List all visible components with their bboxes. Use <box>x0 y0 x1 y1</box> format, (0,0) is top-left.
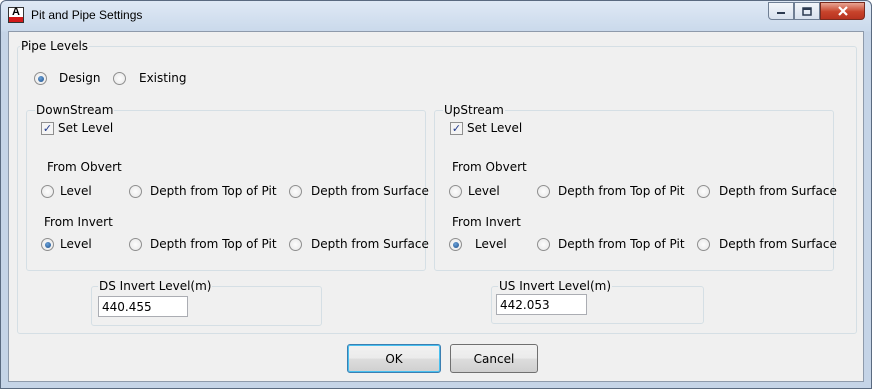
us-obvert-level-radio[interactable] <box>449 185 462 198</box>
us-invert-level-label: Level <box>475 237 507 251</box>
ds-from-invert-label: From Invert <box>44 215 113 229</box>
dialog-client-area: Pipe Levels Design Existing DownStream ✓… <box>8 31 864 382</box>
upstream-title: UpStream <box>443 103 505 117</box>
maximize-icon <box>802 6 812 16</box>
existing-label: Existing <box>139 71 187 85</box>
ds-invert-level-label: Level <box>60 237 92 251</box>
us-invert-depth-top-pit-label: Depth from Top of Pit <box>558 237 685 251</box>
ds-obvert-depth-top-pit-label: Depth from Top of Pit <box>150 184 277 198</box>
us-set-level-label: Set Level <box>467 121 523 135</box>
ok-button[interactable]: OK <box>347 344 441 373</box>
ds-obvert-depth-surface-radio[interactable] <box>289 185 302 198</box>
ds-invert-level-label: DS Invert Level(m) <box>98 279 213 293</box>
ds-set-level-label: Set Level <box>58 121 114 135</box>
ds-invert-depth-top-pit-label: Depth from Top of Pit <box>150 237 277 251</box>
ds-from-obvert-label: From Obvert <box>47 160 122 174</box>
us-invert-level-label: US Invert Level(m) <box>498 279 613 293</box>
ds-invert-depth-surface-label: Depth from Surface <box>311 237 429 251</box>
us-invert-depth-surface-radio[interactable] <box>697 238 710 251</box>
us-from-obvert-label: From Obvert <box>452 160 527 174</box>
close-icon <box>837 6 848 16</box>
ds-obvert-depth-surface-label: Depth from Surface <box>311 184 429 198</box>
design-radio[interactable] <box>34 72 47 85</box>
us-invert-depth-top-pit-radio[interactable] <box>537 238 550 251</box>
us-obvert-depth-surface-label: Depth from Surface <box>719 184 837 198</box>
ds-invert-depth-top-pit-radio[interactable] <box>129 238 142 251</box>
us-invert-level-input[interactable] <box>496 294 587 315</box>
ds-invert-level-radio[interactable] <box>41 238 54 251</box>
us-set-level-checkbox[interactable]: ✓ <box>450 122 463 135</box>
ds-obvert-depth-top-pit-radio[interactable] <box>129 185 142 198</box>
app-icon: A <box>8 6 24 23</box>
cancel-button-label: Cancel <box>473 351 515 366</box>
us-obvert-depth-surface-radio[interactable] <box>697 185 710 198</box>
ds-obvert-level-label: Level <box>60 184 92 198</box>
downstream-title: DownStream <box>35 103 115 117</box>
existing-radio[interactable] <box>113 72 126 85</box>
ds-set-level-checkbox[interactable]: ✓ <box>41 122 54 135</box>
ds-invert-level-input[interactable] <box>98 296 188 317</box>
maximize-button[interactable] <box>794 2 820 20</box>
close-button[interactable] <box>820 2 865 20</box>
title-bar[interactable]: A Pit and Pipe Settings <box>1 1 871 31</box>
us-obvert-depth-top-pit-radio[interactable] <box>537 185 550 198</box>
cancel-button[interactable]: Cancel <box>450 344 538 373</box>
minimize-button[interactable] <box>768 2 794 20</box>
ds-obvert-level-radio[interactable] <box>41 185 54 198</box>
us-obvert-level-label: Level <box>468 184 500 198</box>
dialog-window: A Pit and Pipe Settings Pipe Levels Desi… <box>0 0 872 389</box>
us-invert-depth-surface-label: Depth from Surface <box>719 237 837 251</box>
caption-buttons <box>768 2 865 20</box>
us-invert-level-radio[interactable] <box>449 238 462 251</box>
us-obvert-depth-top-pit-label: Depth from Top of Pit <box>558 184 685 198</box>
ok-button-label: OK <box>385 351 403 366</box>
pipe-levels-label: Pipe Levels <box>20 39 90 53</box>
minimize-icon <box>777 12 785 14</box>
window-title: Pit and Pipe Settings <box>31 8 143 22</box>
us-from-invert-label: From Invert <box>452 215 521 229</box>
design-label: Design <box>59 71 101 85</box>
ds-invert-depth-surface-radio[interactable] <box>289 238 302 251</box>
